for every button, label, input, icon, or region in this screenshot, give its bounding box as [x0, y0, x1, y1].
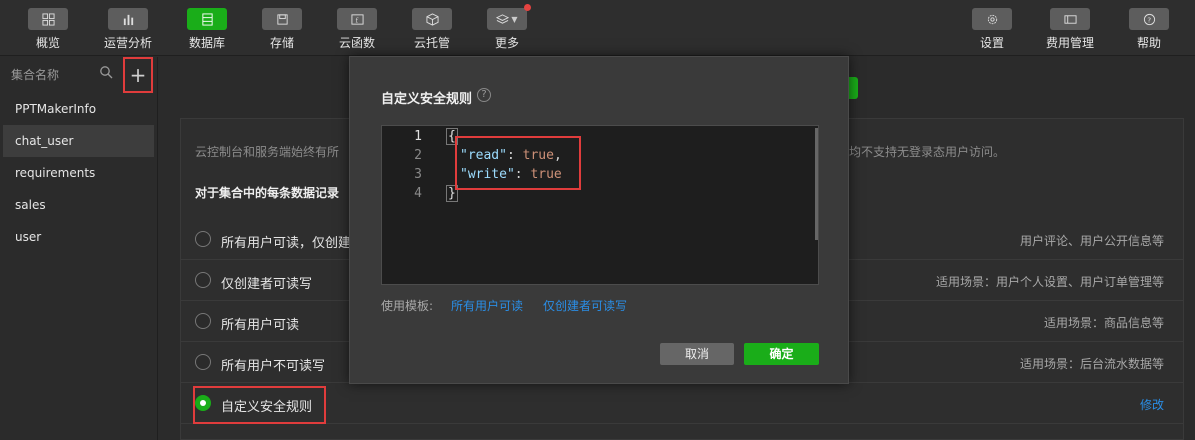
toolbar-label: 数据库	[188, 36, 225, 50]
svg-text:f: f	[355, 16, 358, 24]
option-label: 仅创建者可读写	[221, 277, 313, 292]
radio-button[interactable]	[195, 231, 211, 247]
permission-description: 云控制台和服务端始终有所	[195, 145, 340, 159]
sidebar-item-pptmakerinfo[interactable]: PPTMakerInfo	[3, 93, 154, 125]
billing-icon	[1050, 8, 1090, 30]
help-icon[interactable]: ?	[477, 88, 491, 102]
option-hint: 适用场景：商品信息等	[1043, 316, 1164, 330]
toolbar-label: 费用管理	[1045, 36, 1094, 50]
grid-icon	[28, 8, 68, 30]
toolbar-label: 设置	[979, 36, 1004, 50]
radio-button[interactable]	[195, 272, 211, 288]
add-collection-button[interactable]: +	[123, 57, 153, 93]
svg-text:?: ?	[1147, 15, 1151, 24]
custom-rules-dialog: 自定义安全规则 ? 1 2 3 4 { "read": true, "write…	[349, 56, 849, 384]
toolbar-label: 更多	[494, 36, 519, 50]
option-hint: 适用场景：用户个人设置、用户订单管理等	[935, 275, 1164, 289]
toolbar-storage[interactable]: 存储	[252, 8, 312, 51]
sidebar-item-user[interactable]: user	[3, 221, 154, 253]
toolbar-label: 帮助	[1136, 36, 1161, 50]
option-hint: 用户评论、用户公开信息等	[1019, 234, 1164, 248]
permission-option-custom[interactable]: 自定义安全规则 修改	[180, 383, 1184, 424]
toolbar-label: 云托管	[413, 36, 450, 50]
bar-chart-icon	[108, 8, 148, 30]
option-label: 所有用户可读	[221, 318, 300, 333]
option-hint: 适用场景：后台流水数据等	[1019, 357, 1164, 371]
notification-dot	[524, 4, 531, 11]
template-link-creator-rw[interactable]: 仅创建者可读写	[543, 297, 627, 314]
dialog-title: 自定义安全规则	[381, 92, 473, 107]
search-icon[interactable]	[99, 65, 113, 79]
section-title: 对于集合中的每条数据记录	[195, 186, 340, 200]
cancel-button[interactable]: 取消	[660, 343, 734, 365]
toolbar-label: 概览	[35, 36, 60, 50]
option-label: 所有用户不可读写	[221, 359, 326, 374]
template-label: 使用模板:	[381, 299, 434, 313]
option-label: 所有用户可读，仅创建	[221, 236, 352, 251]
sidebar-header: 集合名称 +	[0, 57, 157, 93]
sidebar-item-sales[interactable]: sales	[3, 189, 154, 221]
line-number: 1	[414, 129, 422, 144]
confirm-button[interactable]: 确定	[744, 343, 819, 365]
toolbar-more[interactable]: ▼ 更多	[477, 4, 537, 51]
rules-code-editor[interactable]: 1 2 3 4 { "read": true, "write": true }	[381, 125, 819, 285]
toolbar-label: 存储	[269, 36, 294, 50]
line-number: 3	[414, 167, 422, 182]
toolbar-overview[interactable]: 概览	[18, 8, 78, 51]
layers-icon: ▼	[487, 4, 531, 30]
toolbar-billing[interactable]: 费用管理	[1040, 8, 1100, 51]
toolbar-label: 云函数	[338, 36, 375, 50]
highlight-box	[193, 386, 326, 424]
editor-scrollbar[interactable]	[815, 128, 818, 240]
sidebar-title: 集合名称	[11, 68, 60, 82]
toolbar-cloudrun[interactable]: 云托管	[402, 8, 462, 51]
cube-icon	[412, 8, 452, 30]
function-icon: f	[337, 8, 377, 30]
save-icon	[262, 8, 302, 30]
sidebar-item-requirements[interactable]: requirements	[3, 157, 154, 189]
radio-button[interactable]	[195, 313, 211, 329]
highlight-box	[455, 136, 581, 190]
chevron-down-icon: ▼	[511, 14, 518, 24]
radio-button[interactable]	[195, 354, 211, 370]
database-icon	[187, 8, 227, 30]
line-number: 2	[414, 148, 422, 163]
help-icon: ?	[1129, 8, 1169, 30]
collection-sidebar: 集合名称 + PPTMakerInfo chat_user requiremen…	[0, 57, 158, 440]
gear-icon	[972, 8, 1012, 30]
top-toolbar: 概览 运营分析 数据库 存储 f 云函数 云托管 ▼ 更多 设置 费用管理 ? …	[0, 0, 1195, 56]
toolbar-functions[interactable]: f 云函数	[327, 8, 387, 51]
sidebar-item-chat-user[interactable]: chat_user	[3, 125, 154, 157]
toolbar-analytics[interactable]: 运营分析	[98, 8, 158, 51]
toolbar-label: 运营分析	[103, 36, 152, 50]
toolbar-database[interactable]: 数据库	[177, 8, 237, 51]
toolbar-settings[interactable]: 设置	[962, 8, 1022, 51]
edit-rules-link[interactable]: 修改	[1140, 396, 1164, 413]
toolbar-help[interactable]: ? 帮助	[1119, 8, 1179, 51]
template-link-all-read[interactable]: 所有用户可读	[451, 297, 523, 314]
line-number: 4	[414, 186, 422, 201]
permission-description-tail: 均不支持无登录态用户访问。	[849, 145, 1006, 159]
